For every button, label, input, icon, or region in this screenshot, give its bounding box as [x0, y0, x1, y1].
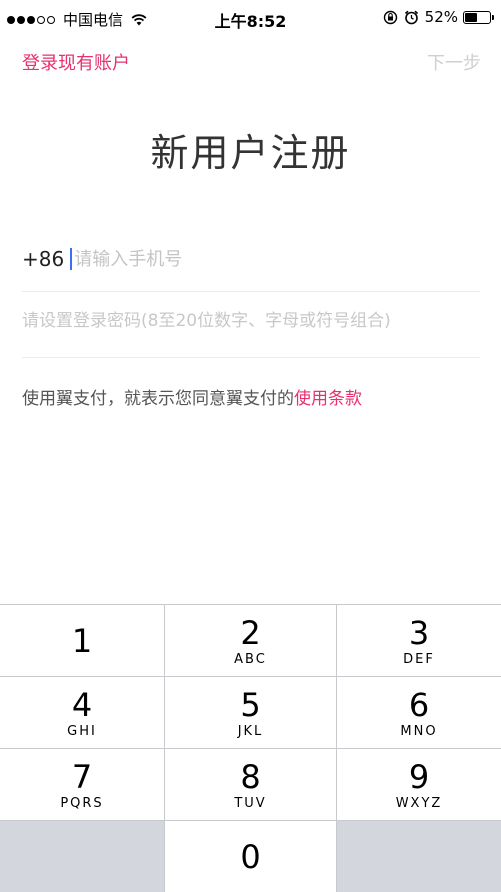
key-letters: GHI — [67, 723, 97, 739]
key-4[interactable]: 4 GHI — [0, 677, 165, 749]
status-bar: 中国电信 上午8:52 52% — [0, 0, 501, 36]
key-digit: 7 — [71, 757, 93, 796]
page-title: 新用户注册 — [150, 131, 351, 175]
phone-number-input[interactable] — [74, 248, 455, 270]
key-1[interactable]: 1 — [0, 605, 165, 677]
delete-key[interactable] — [337, 821, 501, 892]
key-3[interactable]: 3 DEF — [337, 605, 501, 677]
key-digit: 1 — [71, 621, 93, 660]
login-existing-account-link[interactable]: 登录现有账户 — [22, 49, 130, 75]
text-caret — [70, 248, 73, 270]
key-letters: ABC — [234, 651, 267, 667]
key-digit: 9 — [408, 757, 430, 796]
password-input[interactable] — [22, 311, 480, 331]
key-digit: 2 — [240, 613, 261, 652]
alarm-icon — [404, 10, 418, 24]
key-6[interactable]: 6 MNO — [337, 677, 501, 749]
country-code-selector[interactable]: +86 — [22, 247, 64, 271]
terms-of-use-link[interactable]: 使用条款 — [294, 389, 362, 409]
phone-row: +86 — [22, 244, 480, 274]
key-2[interactable]: 2 ABC — [165, 605, 337, 677]
next-step-button[interactable]: 下一步 — [427, 49, 481, 75]
key-digit: 8 — [240, 757, 261, 796]
status-right: 52% — [383, 8, 494, 26]
key-digit: 3 — [408, 613, 430, 652]
divider — [22, 357, 480, 358]
key-letters: WXYZ — [395, 795, 443, 811]
numeric-keypad: 1 2 ABC 3 DEF 4 GHI 5 JKL 6 MNO 7 PQRS 8… — [0, 604, 501, 892]
key-digit: 5 — [240, 685, 261, 724]
terms-text: 使用翼支付，就表示您同意翼支付的使用条款 — [22, 384, 362, 409]
key-digit: 6 — [408, 685, 430, 724]
divider — [22, 291, 480, 292]
key-5[interactable]: 5 JKL — [165, 677, 337, 749]
terms-prefix: 使用翼支付，就表示您同意翼支付的 — [22, 389, 294, 409]
key-0[interactable]: 0 — [165, 821, 337, 892]
key-letters: PQRS — [60, 795, 104, 811]
battery-percentage: 52% — [424, 8, 458, 26]
key-digit: 0 — [240, 838, 261, 876]
battery-icon — [463, 10, 494, 24]
key-letters: MNO — [400, 723, 438, 739]
password-row — [22, 311, 480, 341]
key-letters: TUV — [234, 795, 267, 811]
key-9[interactable]: 9 WXYZ — [337, 749, 501, 821]
key-blank — [0, 821, 165, 892]
key-8[interactable]: 8 TUV — [165, 749, 337, 821]
key-letters: JKL — [237, 723, 264, 739]
rotation-lock-icon — [383, 10, 397, 24]
key-digit: 4 — [71, 685, 93, 724]
key-letters: DEF — [403, 651, 435, 667]
key-7[interactable]: 7 PQRS — [0, 749, 165, 821]
